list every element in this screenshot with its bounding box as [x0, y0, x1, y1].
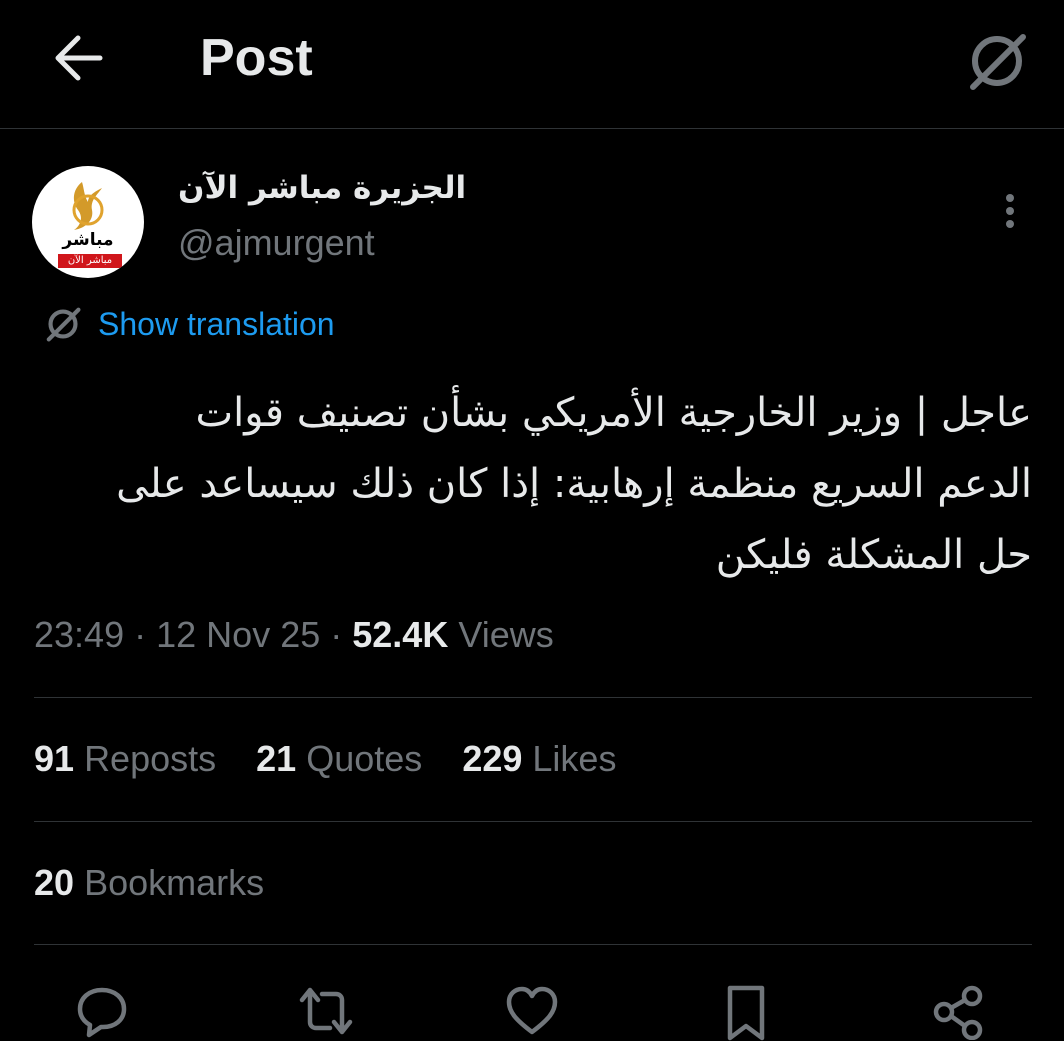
bookmark-icon [727, 985, 765, 1041]
views-count[interactable]: 52.4K [352, 614, 448, 655]
bookmarks-count: 20 [34, 862, 75, 903]
show-translation-label: Show translation [98, 305, 335, 342]
meta-separator: · [330, 614, 343, 655]
translate-button[interactable] [962, 26, 1032, 96]
author-handle[interactable]: @ajmurgent [178, 222, 375, 264]
quotes-label: Quotes [306, 738, 423, 779]
divider [34, 821, 1032, 822]
post-meta: 23:49 · 12 Nov 25 · 52.4K Views [34, 614, 554, 656]
avatar-strip: مباشر الآن [58, 254, 122, 268]
translate-globe-icon [46, 307, 81, 342]
post-time[interactable]: 23:49 [34, 614, 124, 655]
avatar-logo-text: مباشر [62, 230, 114, 250]
reply-icon [77, 987, 127, 1038]
bookmark-button[interactable] [716, 984, 776, 1041]
author-display-name[interactable]: الجزيرة مباشر الآن [178, 170, 478, 206]
repost-icon [299, 987, 353, 1035]
more-options-button[interactable] [990, 186, 1030, 236]
repost-button[interactable] [296, 984, 356, 1041]
quotes-stat[interactable]: 21 Quotes [256, 738, 422, 780]
post-body: عاجل | وزير الخارجية الأمريكي بشأن تصنيف… [40, 378, 1032, 591]
likes-count: 229 [462, 738, 523, 779]
reposts-label: Reposts [84, 738, 217, 779]
like-button[interactable] [502, 984, 562, 1041]
bookmarks-label: Bookmarks [84, 862, 265, 903]
reposts-count: 91 [34, 738, 75, 779]
post-line: الدعم السريع منظمة إرهابية: إذا كان ذلك … [116, 461, 1032, 507]
post-date[interactable]: 12 Nov 25 [156, 614, 320, 655]
reposts-stat[interactable]: 91 Reposts [34, 738, 216, 780]
back-button[interactable] [48, 28, 108, 88]
bookmarks-stat-inner: 20 Bookmarks [34, 862, 264, 904]
post-line: عاجل | وزير الخارجية الأمريكي بشأن تصنيف… [195, 390, 1032, 436]
bookmarks-stat[interactable]: 20 Bookmarks [34, 862, 264, 904]
engagement-stats: 91 Reposts 21 Quotes 229 Likes [34, 738, 646, 780]
meta-separator: · [134, 614, 147, 655]
divider [34, 944, 1032, 945]
show-translation-link[interactable]: Show translation [44, 300, 335, 348]
action-bar [0, 980, 1064, 1041]
share-button[interactable] [928, 984, 988, 1041]
reply-button[interactable] [72, 984, 132, 1041]
views-label: Views [458, 614, 554, 655]
avatar[interactable]: مباشر مباشر الآن [32, 166, 144, 278]
arrow-left-icon [55, 35, 103, 81]
page-title: Post [200, 29, 313, 87]
quotes-count: 21 [256, 738, 297, 779]
more-vertical-icon [1006, 194, 1014, 228]
divider [34, 697, 1032, 698]
translate-globe-icon [970, 34, 1026, 90]
share-icon [933, 985, 983, 1040]
likes-label: Likes [532, 738, 617, 779]
post-line: حل المشكلة فليكن [715, 532, 1032, 578]
likes-stat[interactable]: 229 Likes [462, 738, 616, 780]
heart-icon [506, 986, 558, 1035]
top-bar: Post [0, 0, 1064, 129]
